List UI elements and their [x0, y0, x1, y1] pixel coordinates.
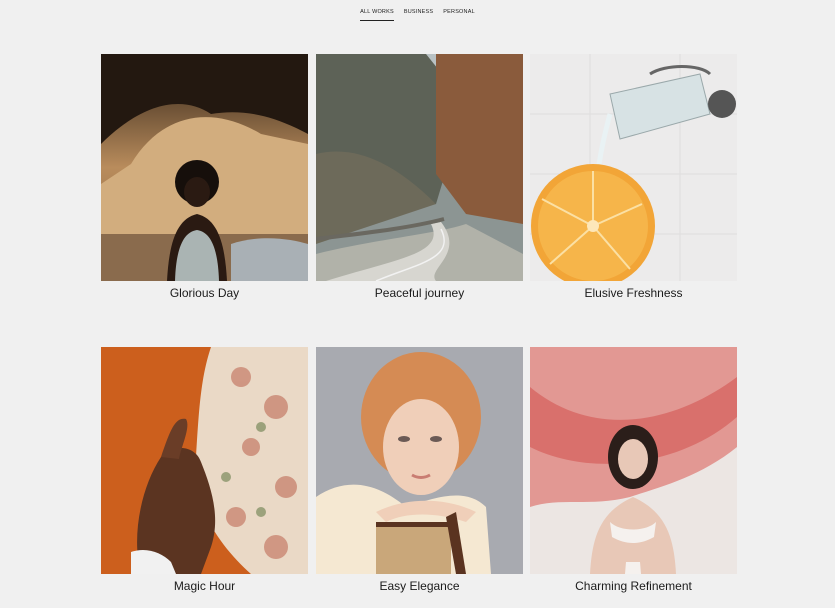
- work-card-charming-refinement: Charming Refinement: [530, 347, 737, 595]
- work-title[interactable]: Peaceful journey: [316, 286, 523, 302]
- tab-business[interactable]: BUSINESS: [404, 9, 433, 21]
- work-image-magic-hour[interactable]: [101, 347, 308, 574]
- work-title[interactable]: Elusive Freshness: [530, 286, 737, 302]
- work-card-glorious-day: Glorious Day: [101, 54, 308, 302]
- work-title[interactable]: Magic Hour: [101, 579, 308, 595]
- tab-personal[interactable]: PERSONAL: [443, 9, 475, 21]
- portfolio-filter-tabs: ALL WORKS BUSINESS PERSONAL: [0, 0, 835, 30]
- work-image-elusive-freshness[interactable]: [530, 54, 737, 281]
- work-image-charming-refinement[interactable]: [530, 347, 737, 574]
- tab-all-works[interactable]: ALL WORKS: [360, 9, 394, 21]
- work-image-glorious-day[interactable]: [101, 54, 308, 281]
- work-title[interactable]: Charming Refinement: [530, 579, 737, 595]
- work-image-peaceful-journey[interactable]: [316, 54, 523, 281]
- work-card-elusive-freshness: Elusive Freshness: [530, 54, 737, 302]
- work-title[interactable]: Glorious Day: [101, 286, 308, 302]
- work-card-magic-hour: Magic Hour: [101, 347, 308, 595]
- work-image-easy-elegance[interactable]: [316, 347, 523, 574]
- work-card-easy-elegance: Easy Elegance: [316, 347, 523, 595]
- work-title[interactable]: Easy Elegance: [316, 579, 523, 595]
- work-card-peaceful-journey: Peaceful journey: [316, 54, 523, 302]
